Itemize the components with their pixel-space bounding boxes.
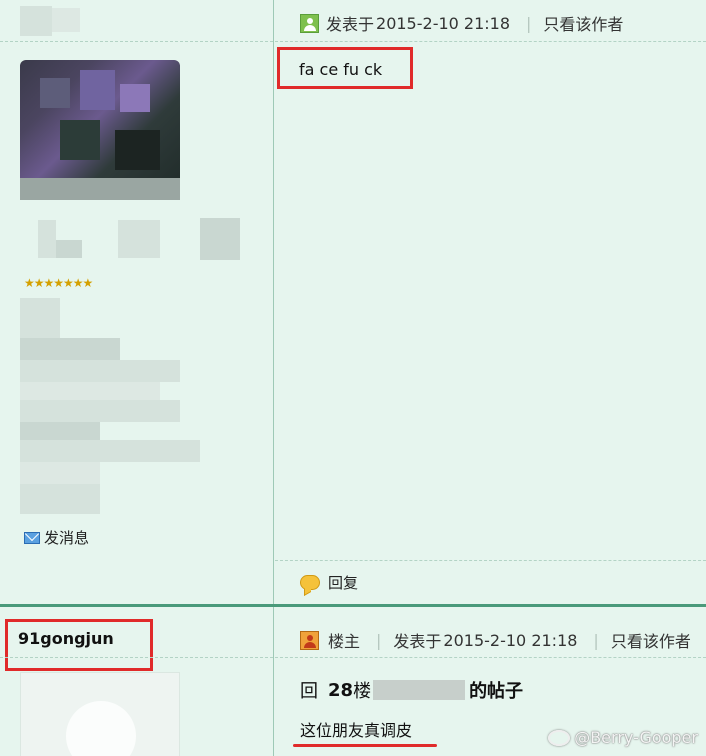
reply-bubble-icon	[300, 575, 320, 590]
post-date: 2015-2-10 21:18	[376, 13, 511, 33]
host-label: 楼主	[328, 632, 361, 651]
divider	[275, 657, 706, 658]
send-message-label: 发消息	[44, 529, 90, 547]
highlight-underline	[293, 744, 437, 747]
blurred-username	[20, 6, 52, 36]
blurred-info	[20, 422, 100, 440]
floor-suffix: 楼	[353, 681, 372, 702]
meta-separator: |	[593, 630, 599, 650]
blurred-stat	[118, 220, 160, 258]
divider	[275, 560, 706, 561]
mail-icon	[24, 531, 40, 544]
blurred-info	[20, 382, 160, 400]
divider	[0, 657, 273, 658]
post-suffix: 的帖子	[469, 681, 524, 702]
meta-separator: |	[526, 13, 532, 33]
floor-number: 28	[328, 679, 354, 701]
blurred-info	[20, 360, 180, 382]
post-content: fa ce fu ck	[299, 60, 383, 79]
blurred-stat	[56, 240, 82, 258]
post-1-main: 发表于 2015-2-10 21:18 | 只看该作者 fa ce fu ck …	[275, 0, 706, 604]
post-date: 2015-2-10 21:18	[443, 630, 578, 650]
divider	[275, 41, 706, 42]
watermark-text: @Berry-Gooper	[574, 728, 698, 747]
blurred-info	[20, 484, 100, 514]
blurred-info	[20, 400, 180, 422]
post-2: 91gongjun 楼主 | 发表于 2015-2-10 21:18 | 只看该…	[0, 604, 706, 756]
author-only-link[interactable]: 只看该作者	[543, 11, 623, 35]
post-1-author-sidebar: ★★★★★★★ 发消息	[0, 0, 274, 604]
post-1-meta: 发表于 2015-2-10 21:18 | 只看该作者	[300, 11, 623, 35]
author-only-link[interactable]: 只看该作者	[611, 628, 691, 652]
watermark: @Berry-Gooper	[548, 728, 698, 747]
post-1: ★★★★★★★ 发消息 发表于 2015-2-10 21:18 | 只看该作者 …	[0, 0, 706, 604]
blurred-info	[20, 462, 100, 484]
send-message-link[interactable]: 发消息	[24, 527, 89, 548]
reply-button[interactable]: 回复	[300, 572, 358, 593]
avatar-default	[20, 672, 180, 756]
weibo-icon	[548, 729, 571, 746]
avatar-blurred	[20, 60, 180, 200]
posted-label: 发表于	[393, 632, 442, 651]
post-2-author-sidebar: 91gongjun	[0, 607, 274, 756]
blurred-info	[20, 440, 200, 462]
blurred-info	[20, 298, 60, 338]
host-icon	[300, 630, 319, 650]
user-icon	[300, 13, 319, 33]
post-content: 这位朋友真调皮	[300, 721, 413, 740]
reply-label: 回复	[328, 574, 359, 592]
blurred-name	[373, 680, 466, 700]
posted-label: 发表于	[326, 15, 375, 34]
highlight-box	[5, 619, 153, 671]
meta-separator: |	[376, 630, 382, 650]
reply-prefix: 回	[300, 681, 318, 702]
rank-stars: ★★★★★★★	[24, 276, 93, 290]
reply-title: 回 28 楼 的帖子	[300, 677, 523, 703]
post-2-meta: 楼主 | 发表于 2015-2-10 21:18 | 只看该作者	[300, 628, 691, 652]
blurred-stat	[38, 220, 56, 258]
blurred-info	[20, 338, 120, 360]
blurred-stat	[200, 218, 240, 260]
divider	[0, 41, 273, 42]
blurred-username-part	[52, 8, 80, 32]
